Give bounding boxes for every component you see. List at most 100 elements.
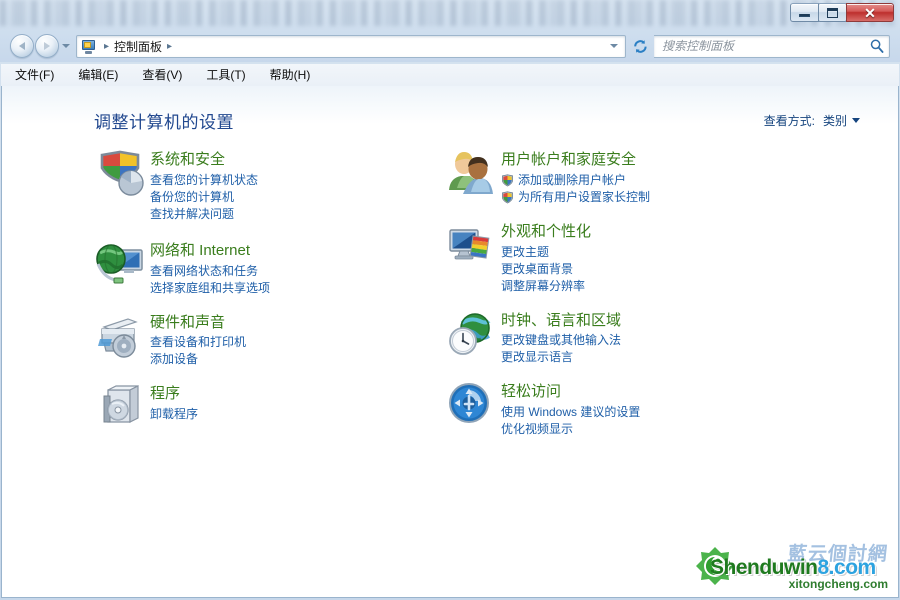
category-body: 系统和安全 查看您的计算机状态 备份您的计算机 查找并解决问题 [150,150,258,223]
maximize-button[interactable] [818,3,847,22]
sublink-label: 更改键盘或其他输入法 [501,332,621,349]
category-ease-of-access[interactable]: 轻松访问 使用 Windows 建议的设置 优化视频显示 [445,382,795,438]
clock-region-icon [445,311,501,363]
refresh-button[interactable] [629,35,651,57]
sublink[interactable]: 选择家庭组和共享选项 [150,280,270,297]
sublink[interactable]: 查看设备和打印机 [150,334,246,351]
category-title[interactable]: 外观和个性化 [501,223,591,242]
watermark-main-prefix: Shenduwin [710,556,818,579]
sublink[interactable]: 查看网络状态和任务 [150,263,270,280]
breadcrumb-separator-1: ▸ [104,41,109,52]
programs-box-icon [94,384,150,436]
sublink-label: 查看设备和打印机 [150,334,246,351]
sublink-label: 查找并解决问题 [150,206,234,223]
minimize-button[interactable] [790,3,819,22]
printer-hardware-icon [94,313,150,365]
category-body: 程序 卸载程序 [150,384,198,436]
view-by-label: 查看方式: [764,112,815,129]
sublink[interactable]: 为所有用户设置家长控制 [501,189,650,206]
search-box[interactable] [654,35,890,58]
search-input[interactable] [662,39,869,53]
sublink-label: 卸载程序 [150,406,198,423]
back-button[interactable] [10,34,34,58]
forward-arrow-icon [44,42,50,50]
watermark-sub-text: xitongcheng.com [789,577,888,591]
category-title[interactable]: 网络和 Internet [150,242,270,261]
sublink-label: 选择家庭组和共享选项 [150,280,270,297]
sublink[interactable]: 查找并解决问题 [150,206,258,223]
category-title[interactable]: 程序 [150,385,198,404]
sublink[interactable]: 更改键盘或其他输入法 [501,332,621,349]
category-body: 硬件和声音 查看设备和打印机 添加设备 [150,313,246,369]
sublink[interactable]: 优化视频显示 [501,421,640,438]
category-title[interactable]: 轻松访问 [501,383,640,402]
menu-bar: 文件(F) 编辑(E) 查看(V) 工具(T) 帮助(H) [1,64,899,86]
sublink[interactable]: 更改主题 [501,244,591,261]
category-column-right: 用户帐户和家庭安全 添加或删除用户帐户 [445,150,795,452]
category-title[interactable]: 系统和安全 [150,151,258,170]
chevron-down-icon[interactable] [852,118,860,123]
sublink-label: 添加设备 [150,351,198,368]
sublink-label: 查看您的计算机状态 [150,172,258,189]
address-dropdown-button[interactable] [606,44,622,48]
page-title: 调整计算机的设置 [94,108,234,133]
sublink[interactable]: 添加或删除用户帐户 [501,172,650,189]
ease-of-access-icon [445,382,501,434]
close-icon: ✕ [864,6,876,20]
control-panel-icon [81,38,97,54]
category-body: 轻松访问 使用 Windows 建议的设置 优化视频显示 [501,382,640,438]
view-by-value[interactable]: 类别 [823,112,847,129]
breadcrumb-control-panel[interactable]: 控制面板 [114,38,162,55]
breadcrumb-separator-2[interactable]: ▸ [167,41,172,52]
category-hardware-and-sound[interactable]: 硬件和声音 查看设备和打印机 添加设备 [94,313,424,369]
content-header: 调整计算机的设置 查看方式: 类别 [2,108,898,133]
sublink-label: 添加或删除用户帐户 [518,172,626,189]
close-button[interactable]: ✕ [846,3,894,22]
category-network-and-internet[interactable]: 网络和 Internet 查看网络状态和任务 选择家庭组和共享选项 [94,241,424,297]
category-column-left: 系统和安全 查看您的计算机状态 备份您的计算机 查找并解决问题 [94,150,424,450]
category-clock-language-region[interactable]: 时钟、语言和区域 更改键盘或其他输入法 更改显示语言 [445,311,795,367]
watermark-top-text: 藍云個討網 [787,539,890,566]
sublink-label: 使用 Windows 建议的设置 [501,404,640,421]
sublink-label: 备份您的计算机 [150,189,234,206]
forward-button[interactable] [35,34,59,58]
sublink[interactable]: 使用 Windows 建议的设置 [501,404,640,421]
category-title[interactable]: 硬件和声音 [150,314,246,333]
category-title[interactable]: 时钟、语言和区域 [501,312,621,331]
control-panel-window: ✕ ▸ 控制面板 ▸ [0,0,900,600]
menu-item-file[interactable]: 文件(F) [15,69,54,81]
menu-item-tools[interactable]: 工具(T) [206,69,245,81]
category-system-and-security[interactable]: 系统和安全 查看您的计算机状态 备份您的计算机 查找并解决问题 [94,150,424,223]
watermark-main-text: Shenduwin8.com [710,556,876,580]
sublink[interactable]: 更改桌面背景 [501,261,591,278]
sublink-label: 调整屏幕分辨率 [501,278,585,295]
navigation-bar: ▸ 控制面板 ▸ [0,30,900,62]
chevron-down-icon [62,44,70,48]
sublink-label: 为所有用户设置家长控制 [518,189,650,206]
sublink[interactable]: 更改显示语言 [501,349,621,366]
content-pane: 调整计算机的设置 查看方式: 类别 [1,86,899,598]
address-bar[interactable]: ▸ 控制面板 ▸ [76,35,626,58]
view-by-control[interactable]: 查看方式: 类别 [764,112,860,129]
sublink-label: 优化视频显示 [501,421,573,438]
sublink-label: 查看网络状态和任务 [150,263,258,280]
sublink[interactable]: 卸载程序 [150,406,198,423]
sublink[interactable]: 备份您的计算机 [150,189,258,206]
category-programs[interactable]: 程序 卸载程序 [94,384,424,436]
category-appearance-and-personalization[interactable]: 外观和个性化 更改主题 更改桌面背景 调整屏幕分辨率 [445,222,795,295]
menu-item-help[interactable]: 帮助(H) [270,69,311,81]
sublink[interactable]: 添加设备 [150,351,246,368]
sublink-label: 更改桌面背景 [501,261,573,278]
maximize-icon [827,8,838,18]
category-title[interactable]: 用户帐户和家庭安全 [501,151,650,170]
security-shield-icon [94,150,150,202]
category-user-accounts-and-family-safety[interactable]: 用户帐户和家庭安全 添加或删除用户帐户 [445,150,795,206]
sublink-label: 更改显示语言 [501,349,573,366]
recent-pages-button[interactable] [59,34,73,58]
appearance-monitor-icon [445,222,501,274]
menu-item-edit[interactable]: 编辑(E) [78,69,118,81]
menu-item-view[interactable]: 查看(V) [142,69,182,81]
uac-shield-icon [501,174,514,187]
sublink[interactable]: 调整屏幕分辨率 [501,278,591,295]
sublink[interactable]: 查看您的计算机状态 [150,172,258,189]
